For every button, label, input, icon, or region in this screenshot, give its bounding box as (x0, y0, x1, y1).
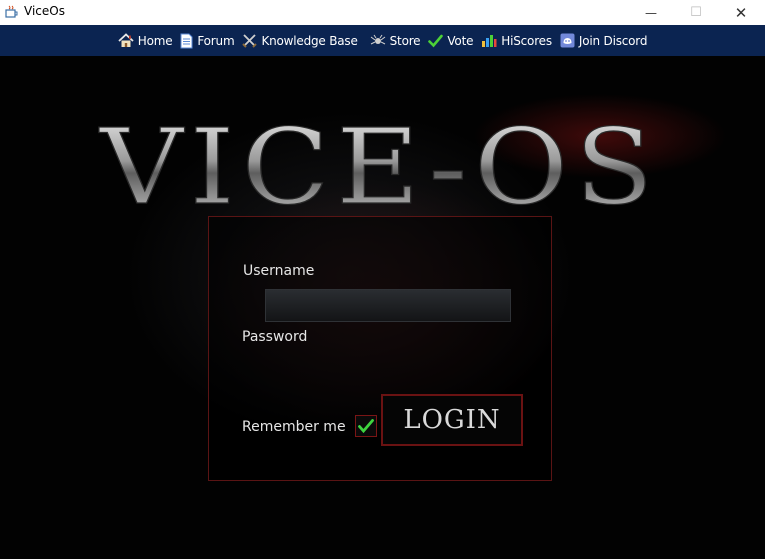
remember-me-label: Remember me (242, 419, 346, 435)
maximize-icon: ☐ (690, 5, 702, 20)
login-button-label: LOGIN (403, 405, 501, 435)
username-input[interactable] (265, 289, 511, 322)
nav-forum-label: Forum (197, 33, 235, 48)
nav-vote-link[interactable]: Vote (428, 34, 473, 48)
minimize-button[interactable]: — (628, 0, 674, 25)
password-label: Password (242, 329, 308, 345)
home-icon (118, 33, 134, 47)
nav-vote-label: Vote (447, 33, 474, 48)
document-icon (180, 33, 193, 48)
game-login-canvas: VICE-OS Username Password Remember me LO… (0, 56, 765, 559)
vice-os-logo: VICE-OS (97, 108, 660, 218)
nav-store-label: Store (389, 33, 421, 48)
nav-hiscores-link[interactable]: HiScores (481, 33, 552, 48)
bar-chart-icon (482, 35, 497, 47)
discord-icon (560, 33, 575, 48)
nav-discord-link[interactable]: Join Discord (560, 33, 647, 48)
nav-discord-label: Join Discord (578, 33, 648, 48)
nav-knowledge-base-label: Knowledge Base (261, 33, 358, 48)
login-button[interactable]: LOGIN (381, 394, 523, 446)
close-icon: ✕ (734, 3, 748, 22)
remember-me-checkbox[interactable] (355, 415, 377, 437)
checkmark-icon (358, 419, 374, 433)
checkmark-icon (428, 34, 444, 47)
java-app-icon (5, 5, 18, 18)
nav-knowledge-base-link[interactable]: Knowledge Base (242, 33, 358, 48)
crossed-swords-icon (242, 34, 258, 48)
window-title: ViceOs (24, 4, 65, 18)
close-button[interactable]: ✕ (718, 0, 764, 25)
nav-forum-link[interactable]: Forum (180, 33, 235, 49)
nav-home-link[interactable]: Home (118, 33, 173, 48)
maximize-button[interactable]: ☐ (673, 0, 719, 25)
window-titlebar: ViceOs — ☐ ✕ (0, 0, 765, 25)
nav-hiscores-label: HiScores (501, 33, 552, 48)
logo-text: VICE-OS (98, 108, 660, 218)
minimize-icon: — (645, 5, 657, 20)
nav-home-label: Home (137, 33, 173, 48)
top-navigation: Home Forum Knowledge Base Store Vote HiS… (0, 25, 765, 56)
login-panel: Username Password Remember me LOGIN (208, 216, 552, 481)
spider-icon (370, 34, 385, 45)
nav-store-link[interactable]: Store (370, 34, 421, 48)
username-label: Username (243, 263, 315, 279)
